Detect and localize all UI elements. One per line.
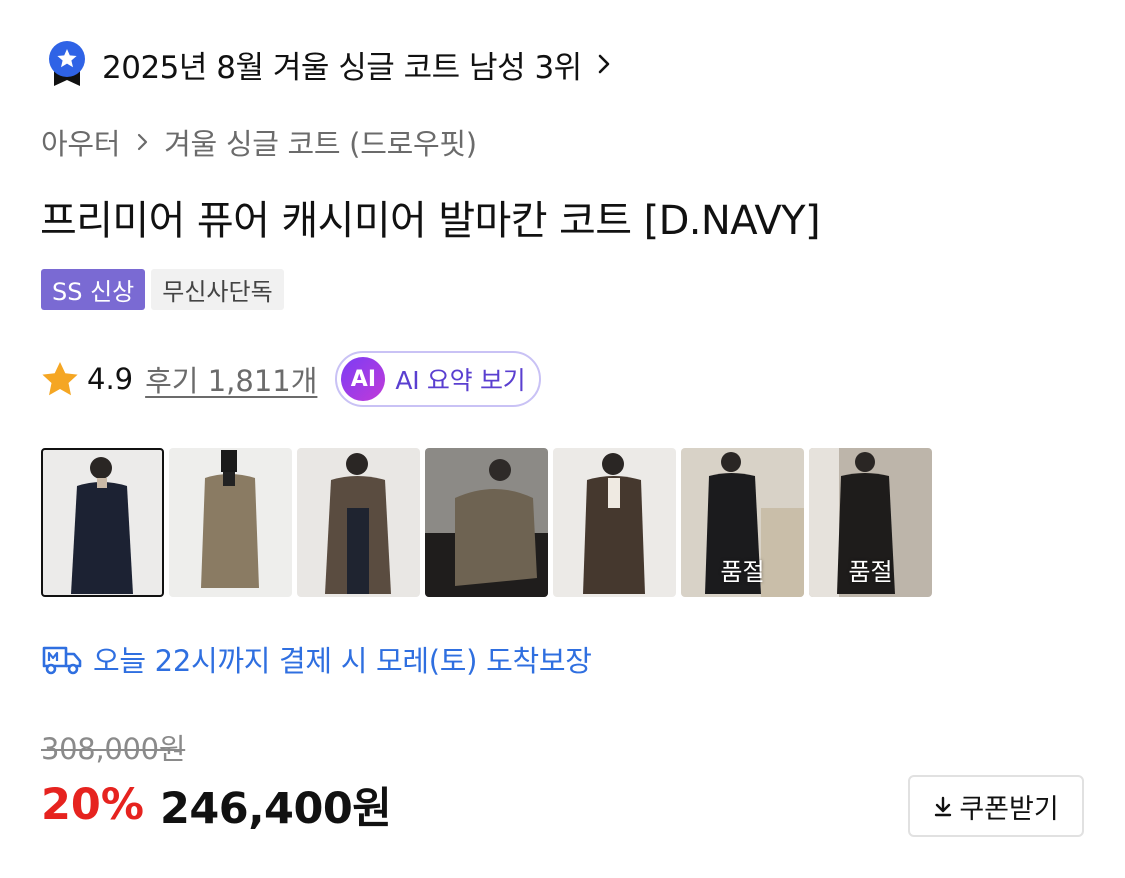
rating-row: 4.9 후기 1,811개 AI AI 요약 보기 [41,351,542,407]
sale-price: 246,400원 [159,784,392,834]
product-image [41,448,164,597]
thumbnail-2[interactable] [169,448,292,597]
breadcrumb-item-outer[interactable]: 아우터 [41,121,120,163]
breadcrumb: 아우터 겨울 싱글 코트 (드로우핏) [41,122,477,162]
reviews-link[interactable]: 후기 1,811개 [145,358,317,400]
thumbnail-6[interactable]: 품절 [681,448,804,597]
truck-icon [42,646,82,675]
product-image [297,448,420,597]
product-image [425,448,548,597]
download-icon [935,796,952,817]
thumbnail-4[interactable] [425,448,548,597]
thumbnail-gallery: 품절 품절 [41,448,932,597]
ranking-text: 2025년 8월 겨울 싱글 코트 남성 3위 [102,49,582,86]
ai-summary-label: AI 요약 보기 [395,366,526,395]
thumbnail-3[interactable] [297,448,420,597]
delivery-info[interactable]: 오늘 22시까지 결제 시 모레(토) 도착보장 [41,637,592,681]
discount-rate: 20% [41,780,144,830]
ranking-link[interactable]: 2025년 8월 겨울 싱글 코트 남성 3위 [46,40,612,88]
ai-icon: AI [341,357,386,401]
star-icon [42,362,78,396]
chevron-right-icon [598,54,609,74]
thumbnail-7[interactable]: 품절 [809,448,932,597]
thumbnail-1[interactable] [41,448,164,597]
thumbnail-5[interactable] [553,448,676,597]
delivery-text: 오늘 22시까지 결제 시 모레(토) 도착보장 [93,644,592,678]
original-price: 308,000원 [41,732,186,766]
sold-out-label: 품절 [848,558,893,586]
sold-out-label: 품절 [720,558,765,586]
ai-summary-button[interactable]: AI AI 요약 보기 [335,351,542,407]
product-image [553,448,676,597]
tag-list: SS 신상 무신사단독 [41,269,284,310]
chevron-right-icon [138,133,148,151]
breadcrumb-item-category[interactable]: 겨울 싱글 코트 (드로우핏) [164,121,477,163]
rating-score: 4.9 [87,362,134,396]
tag-ss-new: SS 신상 [41,269,146,310]
product-image [169,448,292,597]
product-title: 프리미어 퓨어 캐시미어 발마칸 코트 [D.NAVY] [40,198,821,244]
tag-exclusive: 무신사단독 [151,269,284,310]
coupon-label: 쿠폰받기 [959,793,1059,825]
ranking-badge-icon [49,41,85,86]
coupon-button[interactable]: 쿠폰받기 [908,775,1084,837]
price-row: 20% 246,400원 [41,775,392,835]
